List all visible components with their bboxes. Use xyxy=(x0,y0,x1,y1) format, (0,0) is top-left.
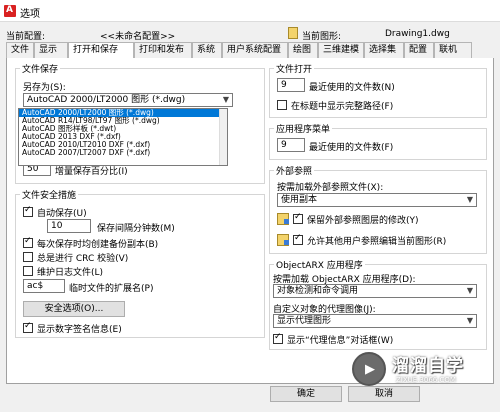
tab-display[interactable]: 显示 xyxy=(34,42,68,58)
file-open-legend: 文件打开 xyxy=(276,65,313,75)
full-path-label: 在标题中显示完整路径(F) xyxy=(291,102,394,112)
autosave-minutes-input[interactable]: 10 xyxy=(47,219,91,233)
tab-system[interactable]: 系统 xyxy=(192,42,222,58)
recent-files-label: 最近使用的文件数(N) xyxy=(309,83,395,93)
watermark: 溜溜自学 ZIXUE.3066.COM xyxy=(352,350,494,390)
watermark-brand: 溜溜自学 xyxy=(392,356,464,376)
autosave-minutes-label: 保存间隔分钟数(M) xyxy=(97,224,175,234)
current-config-value: <<未命名配置>> xyxy=(100,32,176,42)
save-as-value: AutoCAD 2000/LT2000 图形 (*.dwg) xyxy=(27,95,186,105)
log-file-checkbox[interactable] xyxy=(23,266,33,276)
allow-ref-edit-checkbox[interactable] xyxy=(293,233,303,245)
backup-copy-checkbox[interactable] xyxy=(23,236,33,248)
tab-files[interactable]: 文件 xyxy=(6,42,34,58)
xref-load-value: 使用副本 xyxy=(281,195,318,205)
drawing-file-icon xyxy=(288,27,298,39)
objectarx-legend: ObjectARX 应用程序 xyxy=(276,261,363,271)
window-title: 选项 xyxy=(20,9,40,20)
watermark-logo-icon xyxy=(352,352,386,386)
chevron-down-icon: ▼ xyxy=(466,286,473,295)
chevron-down-icon: ▼ xyxy=(466,195,473,204)
save-as-label: 另存为(S): xyxy=(23,83,66,93)
security-options-button[interactable]: 安全选项(O)... xyxy=(23,301,125,317)
chevron-down-icon: ▼ xyxy=(466,316,473,325)
arx-load-value: 对象检测和命令调用 xyxy=(277,286,359,296)
autosave-checkbox[interactable] xyxy=(23,205,33,217)
tab-3d-modeling[interactable]: 三维建模 xyxy=(318,42,364,58)
autocad-app-icon xyxy=(4,5,16,17)
file-safety-legend: 文件安全措施 xyxy=(22,191,77,201)
xref-load-select[interactable]: 使用副本 ▼ xyxy=(277,193,477,207)
backup-copy-label: 每次保存时均创建备份副本(B) xyxy=(37,240,159,250)
save-as-dropdown-list: AutoCAD 2000/LT2000 图形 (*.dwg) AutoCAD R… xyxy=(18,108,228,166)
tab-plot-and-publish[interactable]: 打印和发布 xyxy=(134,42,192,58)
proxy-dialog-label: 显示“代理信息”对话框(W) xyxy=(287,336,394,346)
proxy-image-select[interactable]: 显示代理图形 ▼ xyxy=(273,314,477,328)
arx-load-select[interactable]: 对象检测和命令调用 ▼ xyxy=(273,284,477,298)
tab-drafting[interactable]: 绘图 xyxy=(288,42,318,58)
crc-check-checkbox[interactable] xyxy=(23,252,33,262)
options-tab-strip: 文件 显示 打开和保存 打印和发布 系统 用户系统配置 绘图 三维建模 选择集 … xyxy=(6,42,472,59)
allow-ref-edit-label: 允许其他用户参照编辑当前图形(R) xyxy=(307,237,447,247)
tab-profiles[interactable]: 配置 xyxy=(404,42,434,58)
watermark-url: ZIXUE.3066.COM xyxy=(396,376,456,384)
dropdown-scrollbar[interactable] xyxy=(219,109,227,165)
tab-online[interactable]: 联机 xyxy=(434,42,472,58)
autosave-label: 自动保存(U) xyxy=(37,209,87,219)
menu-recent-files-label: 最近使用的文件数(F) xyxy=(309,143,394,153)
digital-signature-checkbox[interactable] xyxy=(23,321,33,333)
temp-extension-label: 临时文件的扩展名(P) xyxy=(69,284,154,294)
digital-signature-label: 显示数字签名信息(E) xyxy=(37,325,122,335)
current-config-label: 当前配置: xyxy=(6,32,46,42)
current-drawing-label: 当前图形: xyxy=(302,32,342,42)
proxy-image-value: 显示代理图形 xyxy=(277,316,332,326)
xref-load-label: 按需加载外部参照文件(X): xyxy=(277,183,384,193)
xref-legend: 外部参照 xyxy=(276,167,313,177)
file-save-legend: 文件保存 xyxy=(22,65,59,75)
tab-user-preferences[interactable]: 用户系统配置 xyxy=(222,42,288,58)
app-menu-legend: 应用程序菜单 xyxy=(276,125,331,135)
chevron-down-icon: ▼ xyxy=(222,95,229,104)
title-bar: 选项 xyxy=(0,0,500,22)
xref-layers-icon xyxy=(277,213,289,225)
menu-recent-files-input[interactable]: 9 xyxy=(277,138,305,152)
full-path-checkbox[interactable] xyxy=(277,100,287,110)
temp-extension-input[interactable]: ac$ xyxy=(23,279,65,293)
xref-edit-icon xyxy=(277,234,289,246)
log-file-label: 维护日志文件(L) xyxy=(37,268,104,278)
crc-check-label: 总是进行 CRC 校验(V) xyxy=(37,254,129,264)
proxy-dialog-checkbox[interactable] xyxy=(273,332,283,344)
tab-open-and-save[interactable]: 打开和保存 xyxy=(68,42,134,59)
save-as-select[interactable]: AutoCAD 2000/LT2000 图形 (*.dwg) ▼ xyxy=(23,93,233,107)
list-item[interactable]: AutoCAD 2007/LT2007 DXF (*.dxf) xyxy=(19,149,227,157)
ok-button[interactable]: 确定 xyxy=(270,386,342,402)
current-drawing-value: Drawing1.dwg xyxy=(385,29,450,39)
recent-files-input[interactable]: 9 xyxy=(277,78,305,92)
tab-selection[interactable]: 选择集 xyxy=(364,42,404,58)
retain-xref-changes-checkbox[interactable] xyxy=(293,212,303,224)
retain-xref-changes-label: 保留外部参照图层的修改(Y) xyxy=(307,216,419,226)
open-and-save-panel: 文件保存 另存为(S): AutoCAD 2000/LT2000 图形 (*.d… xyxy=(6,58,494,384)
